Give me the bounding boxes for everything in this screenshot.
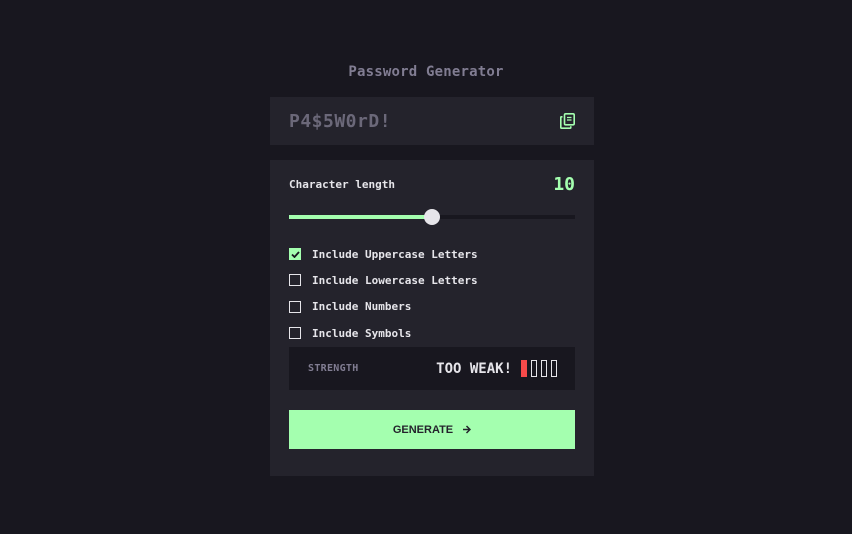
character-length-label: Character length xyxy=(289,178,395,191)
check-icon xyxy=(290,251,300,258)
slider-fill xyxy=(289,215,432,219)
strength-meter: STRENGTH TOO WEAK! xyxy=(289,347,575,390)
option-label: Include Numbers xyxy=(312,300,412,314)
option-label: Include Lowercase Letters xyxy=(312,273,478,287)
option-lowercase[interactable]: Include Lowercase Letters xyxy=(289,267,478,293)
symbols-checkbox[interactable] xyxy=(289,327,301,340)
lowercase-checkbox[interactable] xyxy=(289,274,301,287)
option-label: Include Uppercase Letters xyxy=(312,247,478,261)
strength-bar xyxy=(541,360,547,377)
copy-button[interactable] xyxy=(559,112,575,130)
numbers-checkbox[interactable] xyxy=(289,300,301,313)
option-uppercase[interactable]: Include Uppercase Letters xyxy=(289,241,478,267)
arrow-right-icon xyxy=(463,425,472,434)
strength-label: STRENGTH xyxy=(308,363,359,374)
strength-bar xyxy=(521,360,527,377)
uppercase-checkbox[interactable] xyxy=(289,248,301,261)
generator-panel: Character length 10 Include Uppercase Le… xyxy=(270,160,594,476)
slider-thumb[interactable] xyxy=(424,209,440,225)
length-slider[interactable] xyxy=(289,209,575,225)
copy-icon xyxy=(559,113,575,129)
page-title: Password Generator xyxy=(348,64,504,80)
generate-label: GENERATE xyxy=(392,423,454,436)
strength-bar xyxy=(531,360,537,377)
options-list: Include Uppercase Letters Include Lowerc… xyxy=(289,241,478,346)
strength-bar xyxy=(551,360,557,377)
generate-button[interactable]: GENERATE xyxy=(289,410,575,449)
option-symbols[interactable]: Include Symbols xyxy=(289,320,478,346)
password-display: P4$5W0rD! xyxy=(270,97,594,145)
character-length-value: 10 xyxy=(553,174,575,195)
strength-text: TOO WEAK! xyxy=(436,360,512,377)
strength-bars xyxy=(521,360,557,377)
option-numbers[interactable]: Include Numbers xyxy=(289,294,478,320)
option-label: Include Symbols xyxy=(312,326,412,340)
password-text: P4$5W0rD! xyxy=(289,110,392,132)
